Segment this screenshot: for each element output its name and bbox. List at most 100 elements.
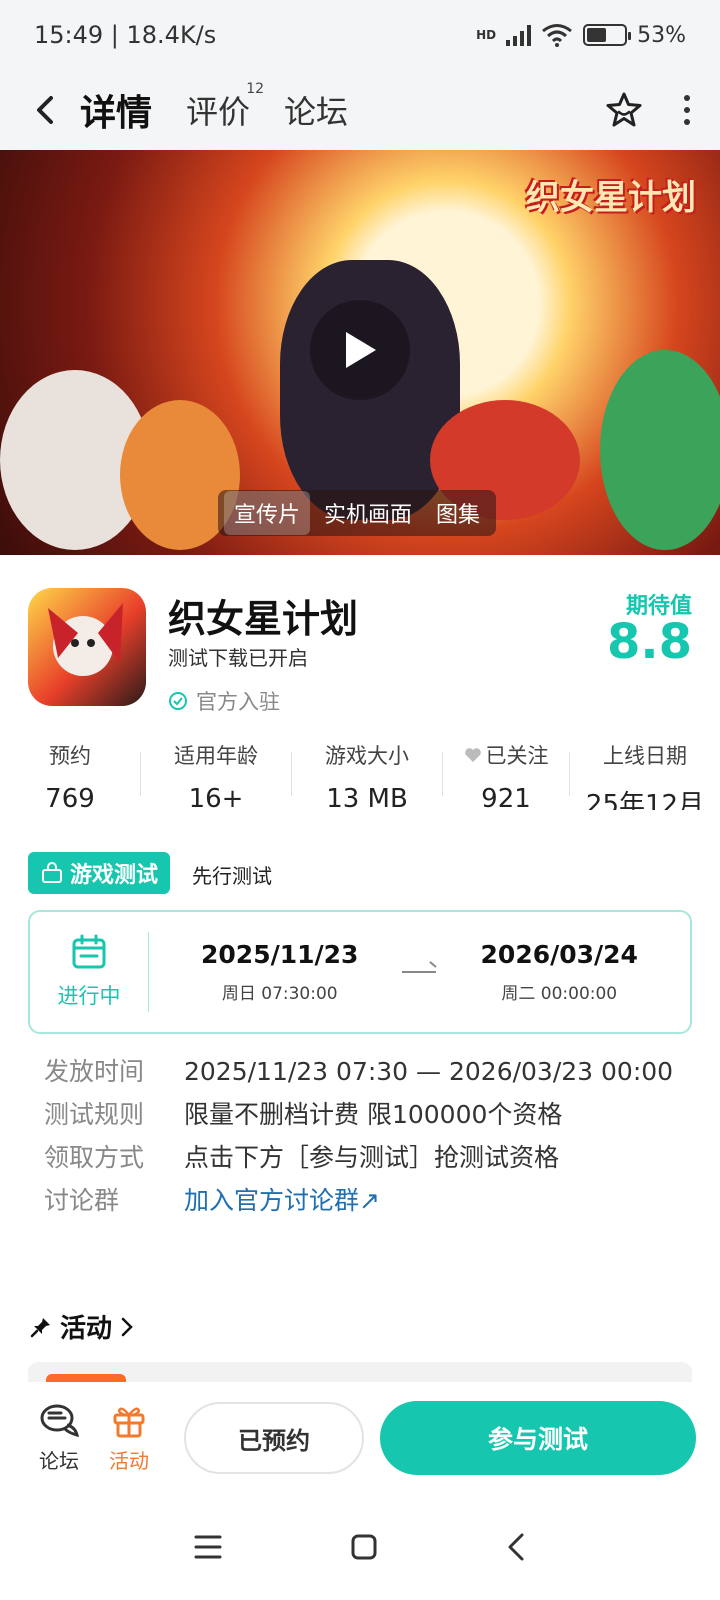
tab-reviews[interactable]: 评价 12: [186, 81, 264, 133]
stat-reservations: 预约 769: [0, 740, 140, 810]
stat-label: 上线日期: [603, 744, 687, 768]
status-icons: HD 53%: [476, 23, 686, 48]
official-badge: 官方入驻: [168, 686, 280, 716]
media-tab-gameplay[interactable]: 实机画面: [314, 491, 422, 535]
menu-icon[interactable]: [194, 1534, 222, 1560]
activity-button[interactable]: 活动: [94, 1403, 164, 1474]
back-nav-icon[interactable]: [506, 1532, 526, 1562]
verified-check-icon: [169, 692, 187, 710]
star-favorite-icon[interactable]: [604, 90, 644, 130]
info-value: 限量不删档计费 限100000个资格: [184, 1100, 563, 1129]
media-tabs: 宣传片 实机画面 图集: [218, 490, 497, 536]
expectation-score: 8.8: [606, 614, 692, 670]
stat-value: 921: [481, 784, 531, 810]
test-dates: 2025/11/23 周日 07:30:00 2026/03/24 周二 00:…: [149, 940, 690, 1004]
stat-label: 适用年龄: [174, 744, 258, 768]
start-date: 2025/11/23 周日 07:30:00: [201, 940, 358, 1004]
top-nav: 详情 评价 12 论坛: [0, 70, 720, 150]
info-value: 2025/11/23 07:30 — 2026/03/23 00:00: [184, 1057, 674, 1086]
stat-label: 预约: [49, 744, 91, 768]
info-row-group: 讨论群 加入官方讨论群↗: [44, 1179, 684, 1222]
chevron-right-icon: [121, 1317, 133, 1336]
info-row-method: 领取方式 点击下方［参与测试］抢测试资格: [44, 1136, 684, 1179]
activity-card[interactable]: [28, 1362, 692, 1382]
tab-details[interactable]: 详情: [75, 84, 157, 136]
pin-icon: [30, 1317, 50, 1337]
start-date-value: 2025/11/23: [201, 940, 359, 969]
game-test-tag: 游戏测试: [28, 852, 171, 894]
join-group-link[interactable]: 加入官方讨论群↗: [184, 1179, 380, 1222]
stat-value: 13 MB: [326, 784, 408, 810]
stat-value: 769: [45, 784, 95, 810]
info-key: 领取方式: [44, 1143, 145, 1172]
test-tag-label: 游戏测试: [70, 863, 159, 888]
forum-label: 论坛: [39, 1448, 79, 1473]
bottom-action-bar: 论坛 活动 已预约 参与测试: [0, 1382, 720, 1494]
info-key: 讨论群: [44, 1186, 120, 1215]
forum-button[interactable]: 论坛: [24, 1403, 94, 1474]
end-date-value: 2026/03/24: [480, 940, 638, 969]
gift-icon: [113, 1407, 145, 1437]
test-type: 先行测试: [192, 864, 272, 888]
stat-release-date: 上线日期 25年12月: [570, 740, 720, 810]
tab-forum-label: 论坛: [284, 93, 349, 131]
hd-label: HD: [476, 28, 497, 42]
followers-label: 已关注: [485, 744, 549, 768]
stat-label: 游戏大小: [325, 744, 409, 768]
reserved-button[interactable]: 已预约: [184, 1402, 364, 1474]
game-title: 织女星计划: [168, 597, 359, 641]
stat-value: 25年12月: [585, 790, 705, 810]
info-row-release-time: 发放时间 2025/11/23 07:30 — 2026/03/23 00:00: [44, 1050, 684, 1093]
battery-percent: 53%: [637, 22, 686, 48]
stat-age: 适用年龄 16+: [141, 740, 291, 810]
back-button[interactable]: [30, 95, 60, 125]
game-app-icon: [28, 588, 146, 706]
battery-icon: [583, 24, 632, 46]
chevron-left-icon: [37, 96, 53, 124]
join-test-button[interactable]: 参与测试: [380, 1401, 696, 1475]
media-tab-gallery[interactable]: 图集: [426, 491, 490, 535]
tab-forum[interactable]: 论坛: [284, 87, 348, 133]
play-button[interactable]: [310, 300, 410, 400]
wifi-icon: [542, 24, 573, 47]
status-time: 15:49 | 18.4K/s: [34, 21, 217, 49]
signal-icon: [506, 24, 532, 46]
start-date-sub: 周日 07:30:00: [221, 984, 338, 1004]
tab-reviews-label: 评价: [186, 93, 251, 131]
info-value: 点击下方［参与测试］抢测试资格: [184, 1143, 560, 1172]
home-icon[interactable]: [350, 1533, 378, 1561]
activity-label: 活动: [109, 1448, 149, 1473]
character-art-right: [600, 350, 720, 550]
more-menu-icon[interactable]: [684, 95, 690, 125]
test-status: 进行中: [30, 934, 148, 1010]
stat-followers[interactable]: 已关注 921: [443, 740, 569, 810]
info-key: 发放时间: [44, 1057, 145, 1086]
activity-title: 活动: [60, 1314, 113, 1344]
test-info: 发放时间 2025/11/23 07:30 — 2026/03/23 00:00…: [44, 1050, 684, 1222]
stat-label: 已关注: [457, 740, 555, 770]
stat-size: 游戏大小 13 MB: [292, 740, 442, 810]
tab-details-label: 详情: [80, 93, 153, 134]
test-period-card: 进行中 2025/11/23 周日 07:30:00 2026/03/24 周二…: [28, 910, 692, 1034]
system-navigation: [0, 1494, 720, 1600]
reviews-count-badge: 12: [246, 81, 265, 97]
media-tab-trailer[interactable]: 宣传片: [224, 491, 311, 535]
stats-row: 预约 769 适用年龄 16+ 游戏大小 13 MB 已关注 921 上线日期 …: [0, 740, 720, 810]
info-key: 测试规则: [44, 1100, 145, 1129]
official-label: 官方入驻: [196, 690, 280, 714]
game-info: 织女星计划 测试下载已开启 官方入驻 期待值 8.8: [28, 588, 692, 718]
test-icon: [42, 862, 62, 883]
activity-header[interactable]: 活动: [30, 1308, 134, 1345]
game-logo-text: 织女星计划: [526, 178, 696, 218]
arrow-right-icon: [402, 971, 437, 973]
end-date-sub: 周二 00:00:00: [501, 984, 618, 1004]
info-row-rules: 测试规则 限量不删档计费 限100000个资格: [44, 1093, 684, 1136]
end-date: 2026/03/24 周二 00:00:00: [481, 940, 638, 1004]
game-subtitle: 测试下载已开启: [168, 646, 308, 670]
heart-icon: [464, 748, 481, 762]
calendar-icon: [72, 934, 106, 969]
chat-bubble-icon: [40, 1404, 79, 1437]
play-icon: [346, 332, 376, 368]
test-status-label: 进行中: [57, 984, 121, 1008]
stat-value: 16+: [188, 784, 244, 810]
